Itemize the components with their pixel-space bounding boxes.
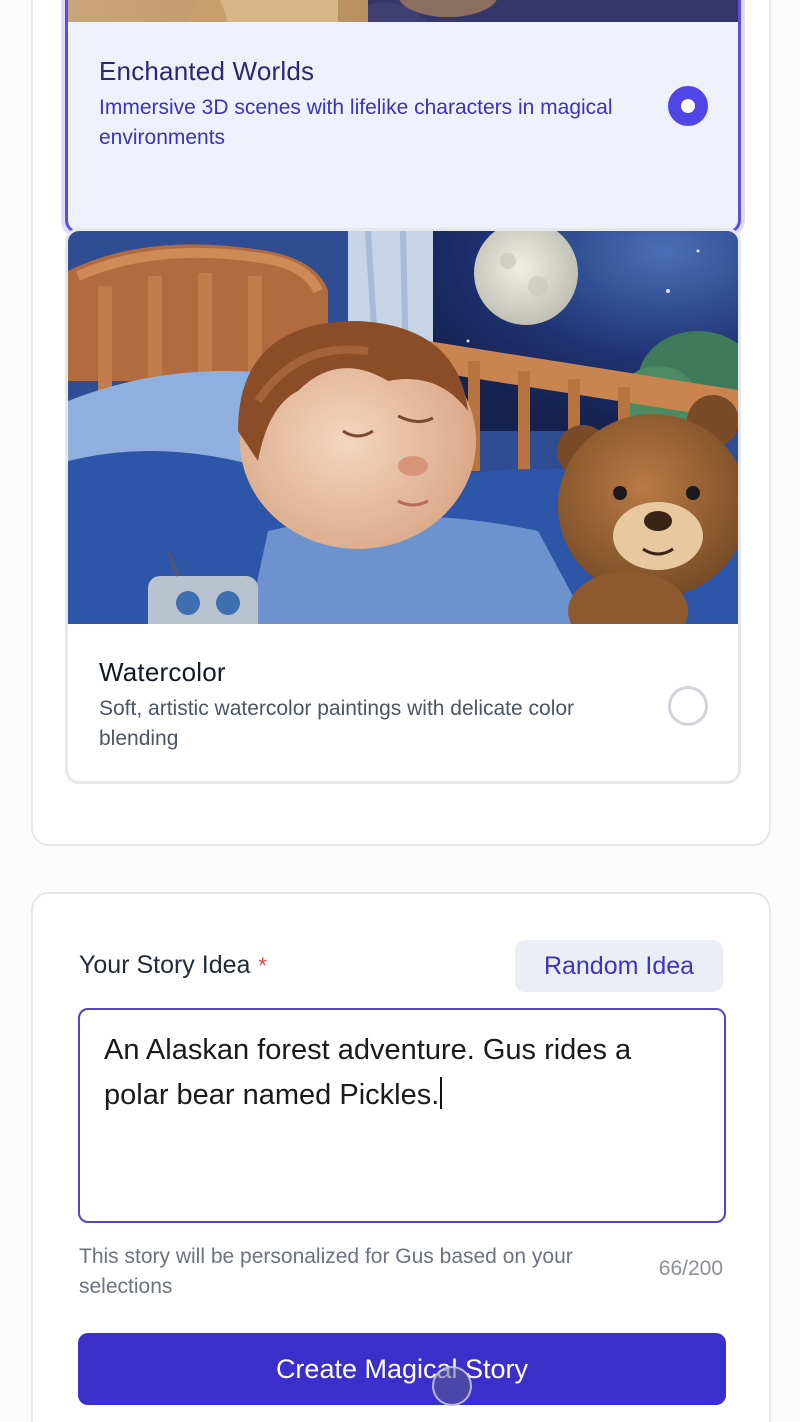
personalization-hint: This story will be personalized for Gus … [79,1245,573,1298]
style-option-watercolor[interactable]: Watercolor Soft, artistic watercolor pai… [65,228,741,784]
required-asterisk: * [258,953,267,978]
style-title: Enchanted Worlds [99,56,315,86]
style-radio-selected[interactable] [668,86,708,126]
watercolor-text: Watercolor Soft, artistic watercolor pai… [99,657,638,754]
style-option-enchanted-worlds[interactable]: Enchanted Worlds Immersive 3D scenes wit… [65,0,741,234]
story-idea-label-text: Your Story Idea [79,951,251,979]
text-caret [440,1077,443,1109]
art-style-panel: Enchanted Worlds Immersive 3D scenes wit… [31,0,771,846]
watercolor-preview-image [68,231,738,624]
enchanted-worlds-preview-image [68,0,738,22]
style-description: Immersive 3D scenes with lifelike charac… [99,96,613,149]
story-idea-label: Your Story Idea * [79,951,267,980]
story-idea-panel: Your Story Idea * Random Idea An Alaskan … [31,892,771,1422]
style-radio-unselected[interactable] [668,686,708,726]
create-magical-story-button[interactable]: Create Magical Story [78,1333,726,1405]
story-idea-textarea[interactable]: An Alaskan forest adventure. Gus rides a… [78,1008,726,1223]
style-description: Soft, artistic watercolor paintings with… [99,697,575,750]
random-idea-button[interactable]: Random Idea [515,940,723,992]
enchanted-worlds-text: Enchanted Worlds Immersive 3D scenes wit… [99,56,638,153]
story-idea-text: An Alaskan forest adventure. Gus rides a… [104,1034,632,1111]
character-count: 66/200 [658,1257,723,1280]
style-title: Watercolor [99,657,226,687]
